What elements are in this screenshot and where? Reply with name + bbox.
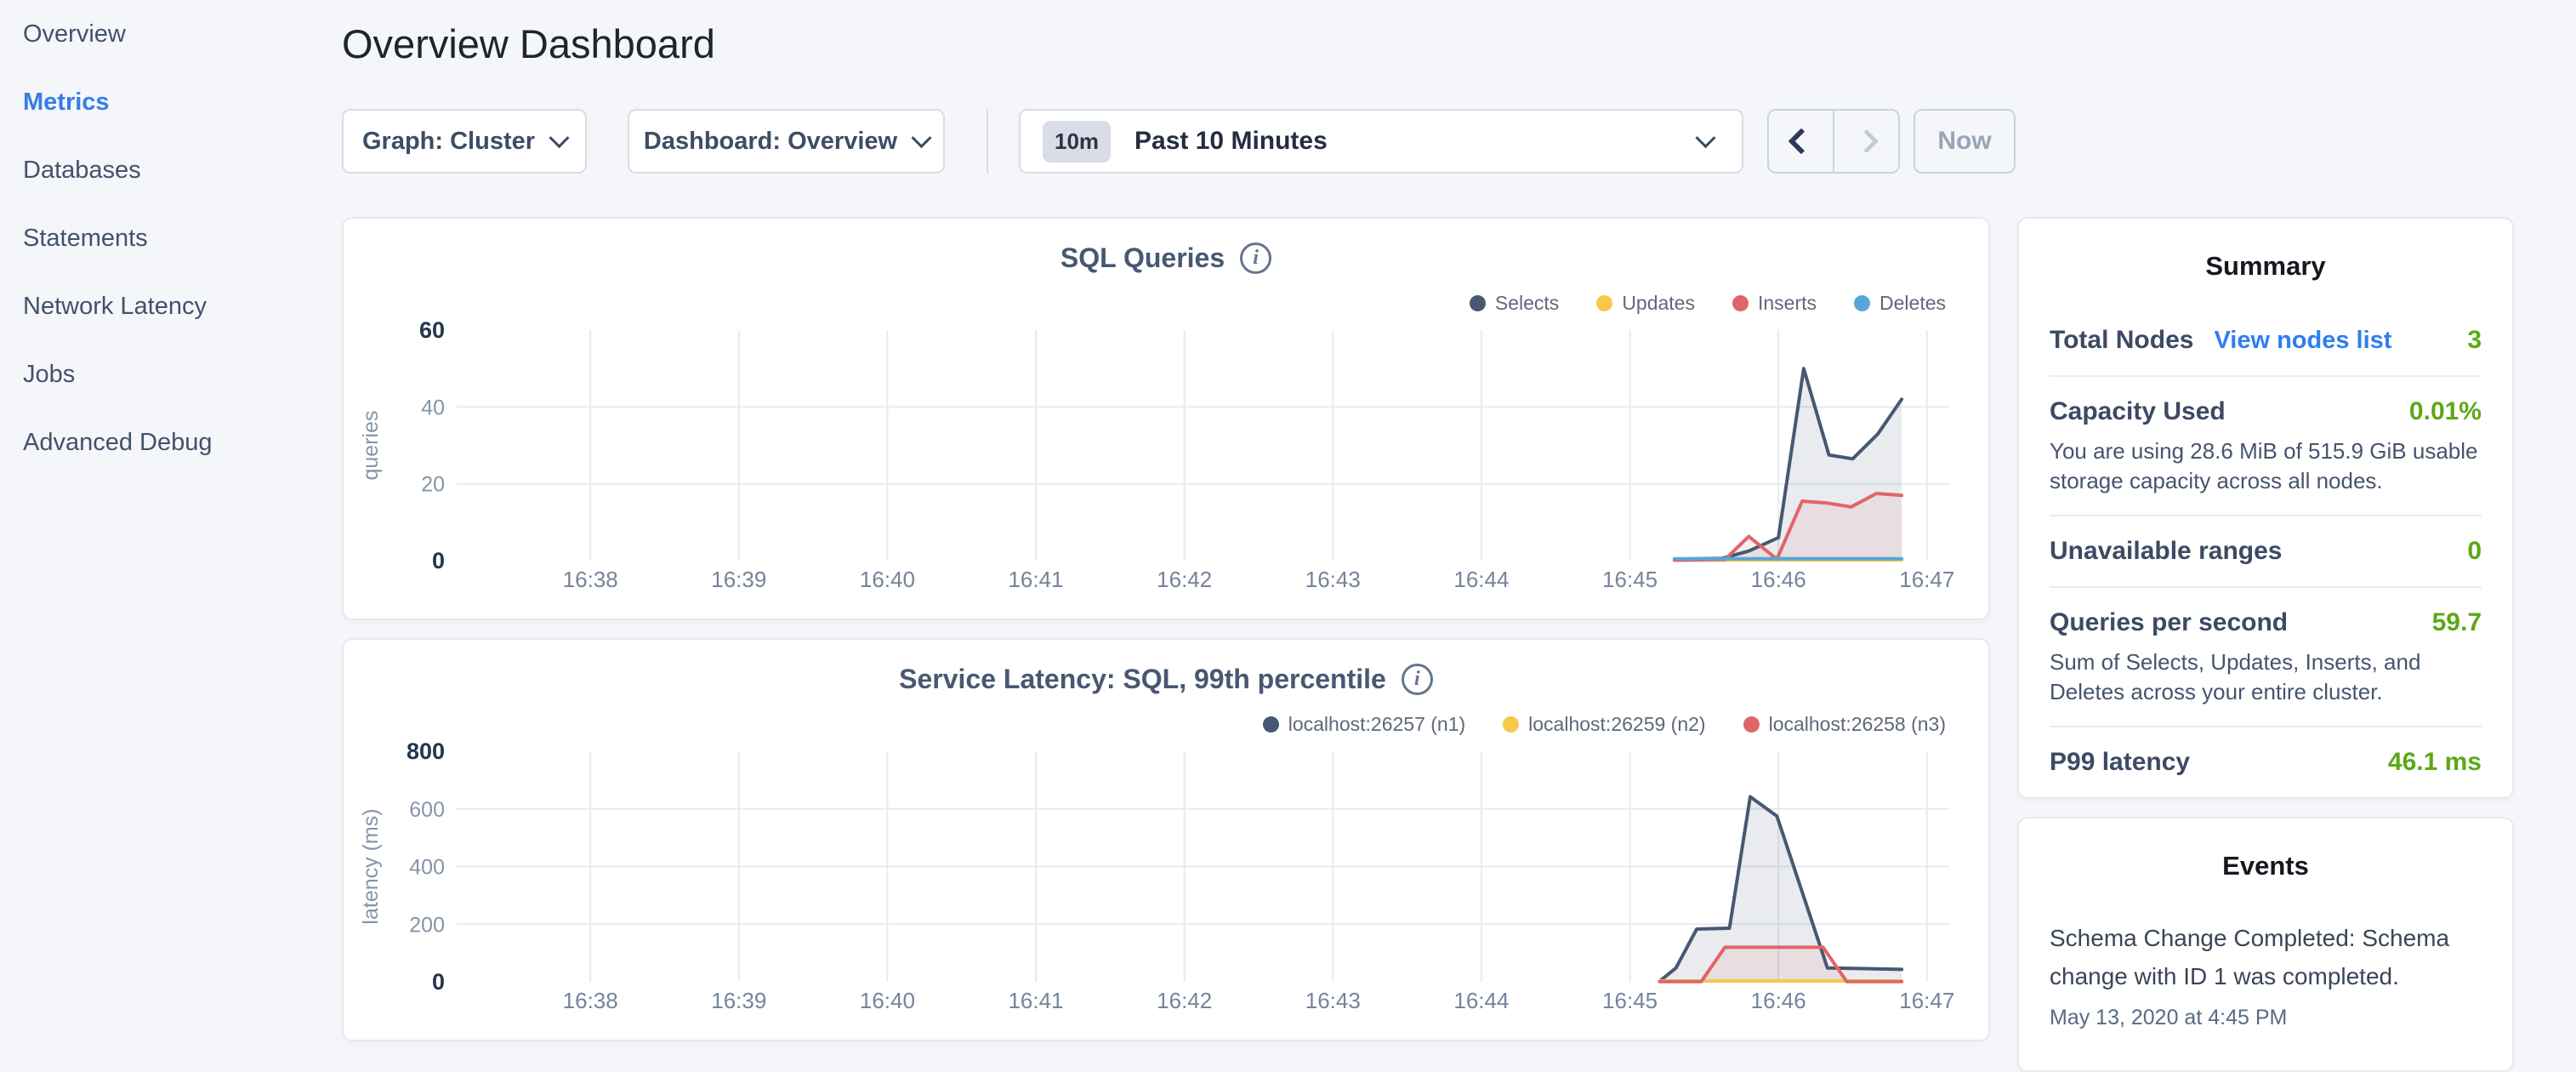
x-axis-tick-label: 16:42 (1157, 567, 1212, 592)
metrics-page: { "sidebar": { "items": [ { "label": "Ov… (0, 0, 2576, 1052)
summary-panel: Summary Total Nodes View nodes list 3 Ca… (2017, 217, 2514, 799)
sidebar-item-statements[interactable]: Statements (23, 204, 321, 272)
x-axis-tick-label: 16:46 (1751, 567, 1806, 592)
x-axis-tick-label: 16:44 (1453, 988, 1509, 1013)
summary-value: 3 (2467, 324, 2482, 356)
graph-scope-dropdown-label: Graph: Cluster (362, 128, 535, 156)
prev-time-range-button[interactable] (1769, 111, 1833, 172)
x-axis-tick-label: 16:47 (1899, 567, 1954, 592)
y-axis-tick-label: 800 (407, 738, 445, 764)
summary-row-p99-latency: P99 latency 46.1 ms (2050, 727, 2482, 797)
chevron-right-icon (1854, 129, 1878, 153)
sidebar-item-jobs[interactable]: Jobs (23, 340, 321, 408)
sidebar-nav: Overview Metrics Databases Statements Ne… (23, 0, 321, 476)
x-axis-tick-label: 16:44 (1453, 567, 1509, 592)
page-title: Overview Dashboard (342, 20, 715, 67)
x-axis-tick-label: 16:39 (711, 988, 766, 1013)
summary-label: P99 latency (2050, 746, 2190, 778)
x-axis-tick-label: 16:38 (563, 988, 618, 1013)
y-axis-unit-label: queries (359, 411, 383, 481)
sidebar-item-databases[interactable]: Databases (23, 136, 321, 204)
x-axis-tick-label: 16:41 (1008, 988, 1063, 1013)
x-axis-tick-label: 16:43 (1305, 988, 1361, 1013)
summary-label: Total Nodes (2050, 324, 2193, 356)
y-axis-tick-label: 20 (421, 473, 445, 497)
service-latency-chart-card: Service Latency: SQL, 99th percentile lo… (342, 638, 1990, 1041)
chevron-down-icon (1695, 128, 1715, 148)
sidebar-item-overview[interactable]: Overview (23, 0, 321, 68)
y-axis-tick-label: 60 (419, 317, 445, 343)
event-message: Schema Change Completed: Schema change w… (2050, 919, 2482, 995)
summary-value: 0.01% (2409, 396, 2482, 428)
x-axis-tick-label: 16:42 (1157, 988, 1212, 1013)
summary-row-queries-per-second: Queries per second 59.7 Sum of Selects, … (2050, 588, 2482, 727)
dashboard-dropdown-label: Dashboard: Overview (644, 128, 897, 156)
time-range-pager (1767, 109, 1900, 174)
time-range-badge: 10m (1043, 121, 1111, 163)
chevron-down-icon (549, 128, 569, 148)
x-axis-tick-label: 16:45 (1602, 567, 1658, 592)
sql-queries-chart-card: SQL Queries SelectsUpdatesInsertsDeletes… (342, 217, 1990, 620)
summary-row-unavailable-ranges: Unavailable ranges 0 (2050, 516, 2482, 588)
x-axis-tick-label: 16:46 (1751, 988, 1806, 1013)
now-button[interactable]: Now (1914, 109, 2016, 174)
summary-label: Unavailable ranges (2050, 535, 2282, 567)
summary-value: 0 (2467, 535, 2482, 567)
summary-value: 46.1 ms (2388, 746, 2482, 778)
sidebar-item-network-latency[interactable]: Network Latency (23, 272, 321, 340)
chevron-left-icon (1788, 128, 1814, 154)
sql-queries-chart: 16:38 16:39 16:40 16:41 16:42 16:43 16:44 16:45… (344, 219, 1992, 622)
view-nodes-list-link[interactable]: View nodes list (2214, 324, 2391, 356)
summary-row-total-nodes: Total Nodes View nodes list 3 (2050, 305, 2482, 377)
x-axis-tick-label: 16:45 (1602, 988, 1658, 1013)
summary-label: Queries per second (2050, 607, 2288, 639)
event-list-item[interactable]: Schema Change Completed: Schema change w… (2050, 919, 2482, 1030)
y-axis-tick-label: 0 (432, 548, 445, 573)
x-axis-tick-label: 16:38 (563, 567, 618, 592)
x-axis-tick-label: 16:40 (860, 988, 915, 1013)
x-axis-tick-label: 16:47 (1899, 988, 1954, 1013)
service-latency-chart: 16:38 16:39 16:40 16:41 16:42 16:43 16:44 16:45… (344, 640, 1992, 1043)
summary-title: Summary (2019, 219, 2512, 282)
time-range-label: Past 10 Minutes (1134, 127, 1328, 156)
y-axis-tick-label: 40 (421, 396, 445, 419)
x-axis-tick-label: 16:41 (1008, 567, 1063, 592)
summary-description: Sum of Selects, Updates, Inserts, and De… (2050, 647, 2482, 707)
events-panel: Events Schema Change Completed: Schema c… (2017, 817, 2514, 1072)
y-axis-tick-label: 600 (409, 798, 445, 822)
summary-row-capacity-used: Capacity Used 0.01% You are using 28.6 M… (2050, 377, 2482, 516)
graph-scope-dropdown[interactable]: Graph: Cluster (342, 109, 587, 174)
sidebar-item-advanced-debug[interactable]: Advanced Debug (23, 408, 321, 476)
next-time-range-button[interactable] (1833, 111, 1898, 172)
time-range-dropdown[interactable]: 10m Past 10 Minutes (1019, 109, 1743, 174)
y-axis-tick-label: 400 (409, 856, 445, 880)
dashboard-dropdown[interactable]: Dashboard: Overview (628, 109, 945, 174)
summary-value: 59.7 (2432, 607, 2482, 639)
y-axis-tick-label: 0 (432, 969, 445, 995)
y-axis-unit-label: latency (ms) (359, 808, 383, 924)
event-timestamp: May 13, 2020 at 4:45 PM (2050, 1006, 2482, 1030)
sidebar-item-metrics[interactable]: Metrics (23, 68, 321, 136)
summary-description: You are using 28.6 MiB of 515.9 GiB usab… (2050, 436, 2482, 496)
x-axis-tick-label: 16:40 (860, 567, 915, 592)
events-title: Events (2019, 818, 2512, 881)
toolbar-divider (987, 109, 988, 174)
summary-label: Capacity Used (2050, 396, 2226, 428)
x-axis-tick-label: 16:43 (1305, 567, 1361, 592)
y-axis-tick-label: 200 (409, 913, 445, 937)
x-axis-tick-label: 16:39 (711, 567, 766, 592)
chevron-down-icon (912, 128, 932, 148)
